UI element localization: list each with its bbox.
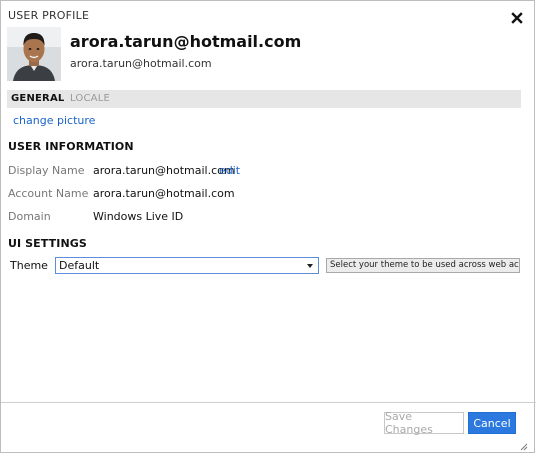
theme-label: Theme: [10, 259, 48, 272]
chevron-down-icon: [307, 264, 313, 268]
footer-divider: [1, 402, 536, 403]
theme-hint-tooltip: Select your theme to be used across web …: [326, 258, 520, 273]
edit-display-name-link[interactable]: edit: [219, 164, 240, 177]
account-name-label: Account Name: [8, 187, 89, 200]
user-information-heading: USER INFORMATION: [8, 140, 134, 153]
change-picture-link[interactable]: change picture: [13, 114, 95, 127]
save-changes-button[interactable]: Save Changes: [384, 410, 464, 436]
profile-email: arora.tarun@hotmail.com: [70, 57, 212, 70]
account-name-value: arora.tarun@hotmail.com: [93, 187, 235, 200]
cancel-button[interactable]: Cancel: [468, 412, 516, 434]
theme-selected-value: Default: [59, 259, 100, 272]
tab-general[interactable]: GENERAL: [11, 93, 64, 104]
theme-select[interactable]: Default: [55, 257, 319, 274]
close-icon[interactable]: [510, 10, 524, 24]
tab-locale[interactable]: LOCALE: [70, 93, 110, 104]
domain-value: Windows Live ID: [93, 210, 184, 223]
dialog-title: USER PROFILE: [8, 9, 90, 22]
display-name-label: Display Name: [8, 164, 85, 177]
avatar: [7, 27, 61, 81]
resize-grip-icon[interactable]: [518, 436, 528, 451]
profile-display-name: arora.tarun@hotmail.com: [70, 32, 302, 51]
display-name-value: arora.tarun@hotmail.com: [93, 164, 235, 177]
user-profile-dialog: USER PROFILE arora.tarun@hotmail.com aro…: [0, 0, 536, 453]
tab-bar: GENERAL LOCALE: [7, 90, 521, 108]
domain-label: Domain: [8, 210, 51, 223]
ui-settings-heading: UI SETTINGS: [8, 237, 87, 250]
